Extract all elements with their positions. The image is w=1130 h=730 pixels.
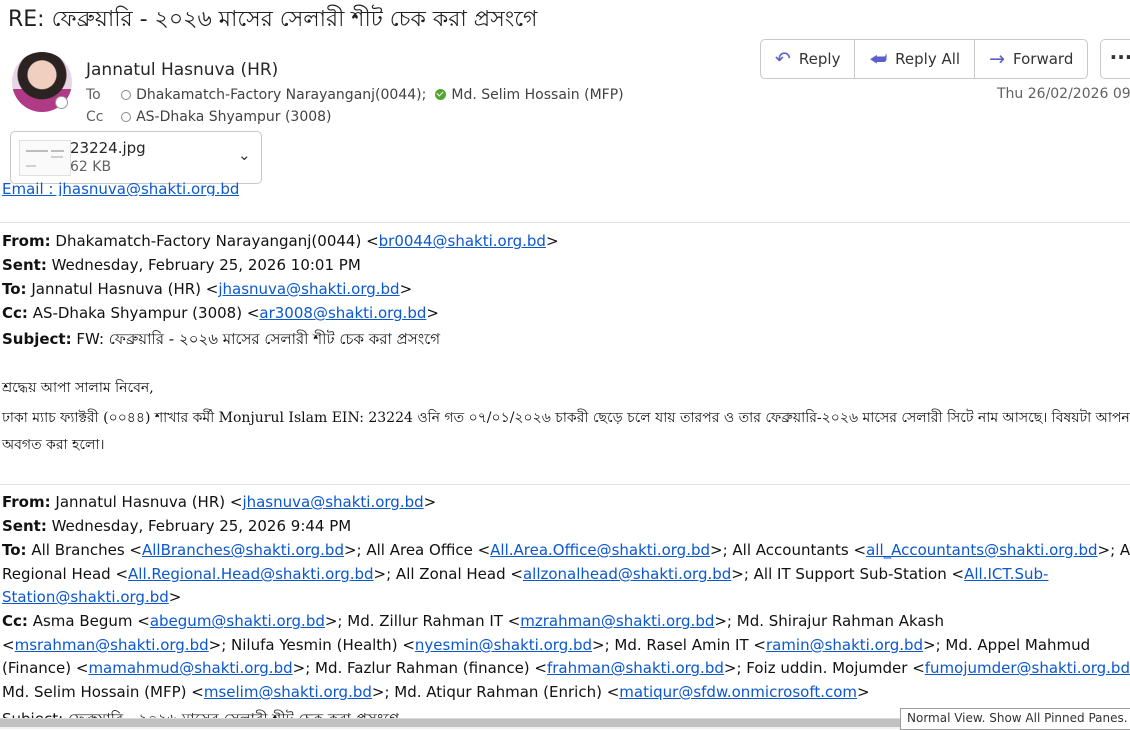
email-link[interactable]: Station@shakti.org.bd xyxy=(2,588,169,606)
email1-body-line2: অবগত করা হলো। xyxy=(2,437,105,453)
attachment-name: 23224.jpg xyxy=(70,139,146,157)
recipient-as-dhaka-shyampur[interactable]: AS-Dhaka Shyampur (3008) xyxy=(136,109,331,125)
recipient-dhakamatch[interactable]: Dhakamatch-Factory Narayanganj(0044); xyxy=(136,87,426,103)
reply-button[interactable]: ↶ Reply xyxy=(761,40,856,78)
clipped-signature-line: Email : jhasnuva@shakti.org.bd xyxy=(2,180,240,196)
email-link[interactable]: abegum@shakti.org.bd xyxy=(150,612,325,630)
email-link[interactable]: All.Area.Office@shakti.org.bd xyxy=(490,541,710,559)
scrollbar-thumb[interactable] xyxy=(0,719,900,727)
reply-all-button[interactable]: ⮨ Reply All xyxy=(855,40,976,78)
email-link[interactable]: AllBranches@shakti.org.bd xyxy=(142,541,344,559)
email-link[interactable]: jhasnuva@shakti.org.bd xyxy=(242,493,423,511)
email2-to-line1: To: All Branches <AllBranches@shakti.org… xyxy=(2,541,1130,559)
reply-all-arrow-icon: ⮨ xyxy=(869,48,888,70)
email-link[interactable]: frahman@shakti.org.bd xyxy=(547,659,724,677)
email-link[interactable]: nyesmin@shakti.org.bd xyxy=(415,636,592,654)
divider xyxy=(0,484,1130,485)
presence-unknown-icon xyxy=(121,90,132,100)
cc-recipients-row: Cc AS-Dhaka Shyampur (3008) xyxy=(86,106,332,125)
email-link[interactable]: mselim@shakti.org.bd xyxy=(204,683,372,701)
email2-cc-line3: (Finance) <mamahmud@shakti.org.bd>; Md. … xyxy=(2,659,1130,677)
message-action-bar: ↶ Reply ⮨ Reply All → Forward xyxy=(760,39,1089,79)
reply-label: Reply xyxy=(798,50,841,68)
email2-to-line2: Regional Head <All.Regional.Head@shakti.… xyxy=(2,565,1049,583)
email2-sent: Sent: Wednesday, February 25, 2026 9:44 … xyxy=(2,517,352,535)
more-options-button[interactable]: ··· xyxy=(1100,39,1130,79)
attachment-card[interactable]: 23224.jpg 62 KB ⌄ xyxy=(10,131,262,184)
email-link[interactable]: jhasnuva@shakti.org.bd xyxy=(218,280,399,298)
email2-cc-line4: Md. Selim Hossain (MFP) <mselim@shakti.o… xyxy=(2,683,870,701)
email-link[interactable]: ar3008@shakti.org.bd xyxy=(259,304,426,322)
divider xyxy=(0,222,1130,223)
email-link[interactable]: matiqur@sfdw.onmicrosoft.com xyxy=(619,683,857,701)
presence-unknown-icon xyxy=(121,112,132,122)
presence-status-icon xyxy=(55,96,68,109)
chevron-down-icon[interactable]: ⌄ xyxy=(238,146,251,164)
recipient-selim-hossain[interactable]: Md. Selim Hossain (MFP) xyxy=(451,87,623,103)
view-status-tooltip: Normal View. Show All Pinned Panes. xyxy=(900,708,1130,730)
reply-arrow-icon: ↶ xyxy=(775,48,791,70)
email-link[interactable]: All.Regional.Head@shakti.org.bd xyxy=(128,565,374,583)
attachment-size: 62 KB xyxy=(70,159,112,175)
email2-cc-line2: <msrahman@shakti.org.bd>; Nilufa Yesmin … xyxy=(2,636,1091,654)
email2-to-line3: Station@shakti.org.bd> xyxy=(2,588,182,606)
email-link[interactable]: msrahman@shakti.org.bd xyxy=(15,636,209,654)
email2-subject-clipped: Subject: ফেব্রুয়ারি - ২০২৬ মাসের সেলারী… xyxy=(2,708,399,718)
email2-from: From: Jannatul Hasnuva (HR) <jhasnuva@sh… xyxy=(2,493,437,511)
email1-sent: Sent: Wednesday, February 25, 2026 10:01… xyxy=(2,256,361,274)
email-link[interactable]: All.ICT.Sub- xyxy=(964,565,1048,583)
email2-cc-line1: Cc: Asma Begum <abegum@shakti.org.bd>; M… xyxy=(2,612,944,630)
sender-name[interactable]: Jannatul Hasnuva (HR) xyxy=(86,60,278,80)
email-link[interactable]: ramin@shakti.org.bd xyxy=(766,636,923,654)
forward-button[interactable]: → Forward xyxy=(975,40,1087,78)
more-options-icon: ··· xyxy=(1109,45,1130,69)
forward-label: Forward xyxy=(1013,50,1074,68)
received-date: Thu 26/02/2026 09:2 xyxy=(997,86,1130,102)
to-recipients-row: To Dhakamatch-Factory Narayanganj(0044);… xyxy=(86,84,624,103)
to-label: To xyxy=(86,87,101,103)
attachment-thumbnail xyxy=(19,140,71,176)
reply-all-label: Reply All xyxy=(895,50,961,68)
forward-arrow-icon: → xyxy=(989,48,1006,70)
cc-label: Cc xyxy=(86,109,104,125)
email1-cc: Cc: AS-Dhaka Shyampur (3008) <ar3008@sha… xyxy=(2,304,439,322)
presence-available-icon xyxy=(435,89,447,100)
email1-from: From: Dhakamatch-Factory Narayanganj(004… xyxy=(2,232,559,250)
email1-to: To: Jannatul Hasnuva (HR) <jhasnuva@shak… xyxy=(2,280,413,298)
email-link[interactable]: allzonalhead@shakti.org.bd xyxy=(523,565,731,583)
email1-greeting: শ্রদ্ধেয় আপা সালাম নিবেন, xyxy=(2,380,154,396)
email-link[interactable]: all_Accountants@shakti.org.bd xyxy=(866,541,1097,559)
email-link[interactable]: fumojumder@shakti.org.bd xyxy=(925,659,1130,677)
email1-body-line1: ঢাকা ম্যাচ ফ্যাক্টরী (০০৪৪) শাখার কর্মী … xyxy=(2,410,1130,426)
email-link[interactable]: mamahmud@shakti.org.bd xyxy=(88,659,292,677)
email1-subject: Subject: FW: ফেব্রুয়ারি - ২০২৬ মাসের সে… xyxy=(2,330,441,348)
email-link[interactable]: br0044@shakti.org.bd xyxy=(379,232,546,250)
email-link[interactable]: mzrahman@shakti.org.bd xyxy=(520,612,714,630)
message-subject-title: RE: ফেব্রুয়ারি - ২০২৬ মাসের সেলারী শীট … xyxy=(8,7,538,32)
